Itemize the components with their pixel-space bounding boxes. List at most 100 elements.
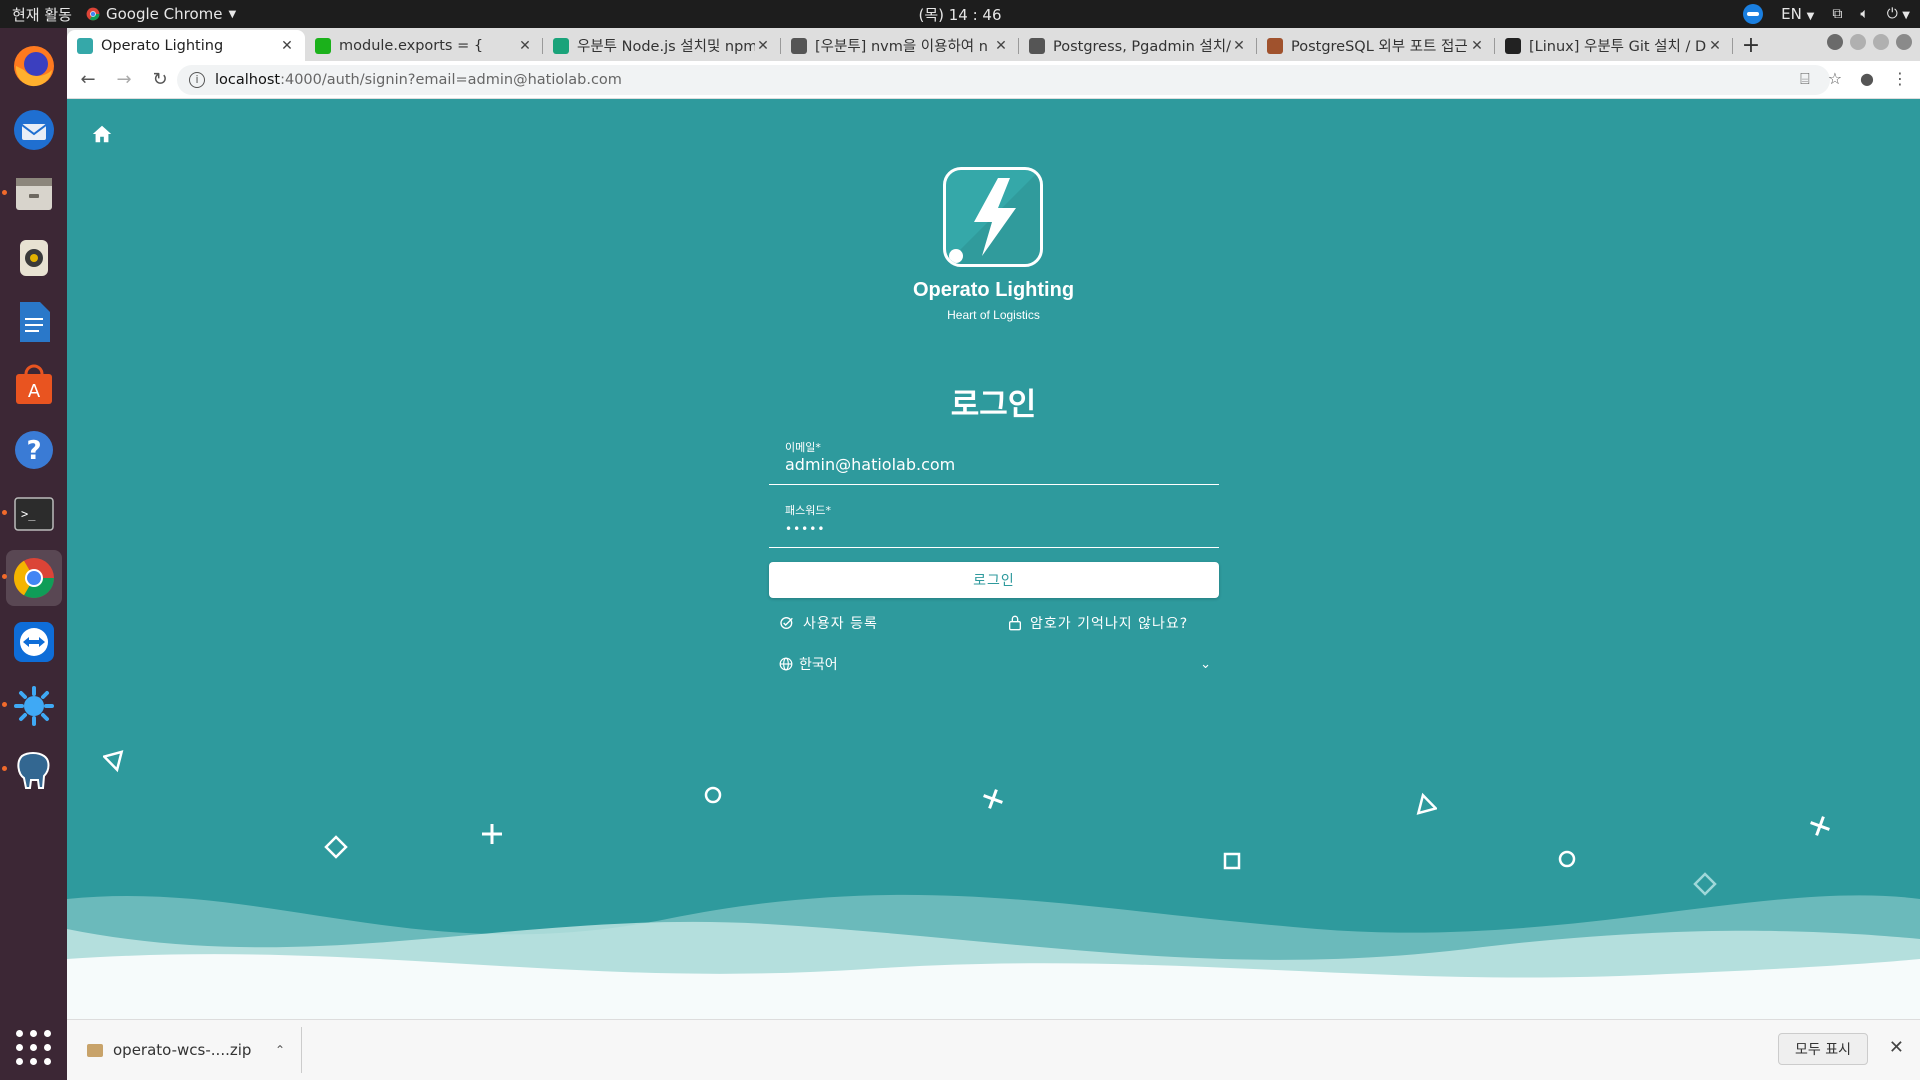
tab-nvm[interactable]: [우분투] nvm을 이용하여 n ✕ xyxy=(781,30,1019,61)
profile-icon[interactable]: ● xyxy=(1860,69,1874,89)
system-tray: EN ▼ ⧉ 🔈︎ ⏻ ▼ xyxy=(1743,0,1910,28)
address-bar[interactable]: i localhost:4000/auth/signin?email=admin… xyxy=(177,65,1830,95)
download-filename: operato-wcs-....zip xyxy=(113,1041,252,1059)
language-indicator[interactable]: EN ▼ xyxy=(1781,5,1814,23)
email-field[interactable]: 이메일* xyxy=(769,433,1219,485)
forward-arrow-icon[interactable]: → xyxy=(109,69,139,90)
software-center-icon: A xyxy=(15,364,52,404)
tab-postgres-pgadmin[interactable]: Postgress, Pgadmin 설치/ ✕ xyxy=(1019,30,1257,61)
dock-firefox[interactable] xyxy=(6,38,62,94)
tab-close-icon[interactable]: ✕ xyxy=(1469,38,1485,54)
email-label: 이메일* xyxy=(785,441,821,454)
power-icon[interactable]: ⏻ ▼ xyxy=(1887,6,1910,22)
top-panel: 현재 활동 Google Chrome ▼ (목) 14 : 46 EN ▼ ⧉… xyxy=(0,0,1920,28)
forgot-password-label: 암호가 기억나지 않나요? xyxy=(1030,616,1189,632)
tab-title: 우분투 Node.js 설치및 npm xyxy=(577,39,755,55)
dock-files[interactable] xyxy=(1,166,62,222)
zip-file-icon xyxy=(87,1043,103,1057)
language-label: EN xyxy=(1781,5,1802,23)
download-item[interactable]: operato-wcs-....zip ⌃ xyxy=(67,1027,302,1073)
tab-close-icon[interactable]: ✕ xyxy=(517,38,533,54)
dock-chrome[interactable] xyxy=(1,550,62,606)
firefox-icon xyxy=(13,46,54,87)
dock-teamviewer[interactable] xyxy=(6,614,62,670)
forgot-password-link[interactable]: 암호가 기억나지 않나요? xyxy=(1008,613,1188,633)
password-input[interactable] xyxy=(785,522,1205,536)
home-icon[interactable] xyxy=(91,123,113,145)
reload-icon[interactable]: ↻ xyxy=(145,69,175,90)
url-path: :4000/auth/signin?email=admin@hatiolab.c… xyxy=(280,72,622,88)
tab-search-icon[interactable] xyxy=(1827,34,1843,50)
app-logo xyxy=(943,167,1043,267)
browser-tabbar: Operato Lighting ✕ module.exports = { ✕ … xyxy=(67,28,1920,61)
site-info-icon[interactable]: i xyxy=(189,72,205,88)
dock-help[interactable]: ? xyxy=(6,422,62,478)
globe-icon xyxy=(779,657,793,671)
downloads-bar: operato-wcs-....zip ⌃ 모두 표시 ✕ xyxy=(67,1019,1920,1080)
new-tab-button[interactable]: + xyxy=(1733,30,1769,61)
page-title: 로그인 xyxy=(950,387,1037,423)
tab-title: [우분투] nvm을 이용하여 n xyxy=(815,39,988,55)
network-icon[interactable]: ⧉ xyxy=(1832,6,1842,22)
activities-button[interactable]: 현재 활동 xyxy=(0,4,86,25)
bookmark-star-icon[interactable]: ☆ xyxy=(1828,69,1842,89)
chevron-down-icon: ⌄ xyxy=(1200,656,1211,672)
tab-close-icon[interactable]: ✕ xyxy=(1231,38,1247,54)
running-indicator xyxy=(1,190,7,195)
language-select[interactable]: 한국어 ⌄ xyxy=(779,654,1211,674)
tab-close-icon[interactable]: ✕ xyxy=(755,38,771,54)
dock-splash-app[interactable] xyxy=(1,678,62,734)
dock-pgadmin[interactable] xyxy=(1,742,62,798)
maximize-icon[interactable] xyxy=(1873,34,1889,50)
minimize-icon[interactable] xyxy=(1850,34,1866,50)
help-icon: ? xyxy=(14,431,53,469)
tab-close-icon[interactable]: ✕ xyxy=(993,38,1009,54)
tab-module-exports[interactable]: module.exports = { ✕ xyxy=(305,30,543,61)
url-host: localhost xyxy=(215,72,281,88)
running-indicator xyxy=(1,766,7,771)
tab-favicon xyxy=(77,37,93,54)
clock[interactable]: (목) 14 : 46 xyxy=(0,4,1920,25)
tab-postgres-port[interactable]: PostgreSQL 외부 포트 접근 ✕ xyxy=(1257,30,1495,61)
back-arrow-icon[interactable]: ← xyxy=(73,69,103,90)
register-link[interactable]: 사용자 등록 xyxy=(779,613,878,633)
tab-close-icon[interactable]: ✕ xyxy=(1707,38,1723,54)
dock-software[interactable]: A xyxy=(6,358,62,414)
triangle-deco-icon xyxy=(1416,792,1437,815)
translate-icon[interactable]: ⌸ xyxy=(1800,69,1810,89)
close-icon[interactable]: ✕ xyxy=(1889,1037,1904,1058)
dock-terminal[interactable]: >_ xyxy=(1,486,62,542)
teamviewer-tray-icon[interactable] xyxy=(1743,4,1764,24)
triangle-deco-icon xyxy=(103,750,124,773)
password-field[interactable]: 패스워드* xyxy=(769,496,1219,548)
tab-git-install[interactable]: [Linux] 우분투 Git 설치 / D ✕ xyxy=(1495,30,1733,61)
app-menu-label: Google Chrome xyxy=(106,5,223,23)
tab-nodejs-install[interactable]: 우분투 Node.js 설치및 npm ✕ xyxy=(543,30,781,61)
tab-title: [Linux] 우분투 Git 설치 / D xyxy=(1529,39,1707,55)
dock-thunderbird[interactable] xyxy=(6,102,62,158)
close-window-icon[interactable] xyxy=(1896,34,1912,50)
tab-title: Operato Lighting xyxy=(101,37,224,54)
running-indicator xyxy=(1,574,7,579)
menu-kebab-icon[interactable]: ⋮ xyxy=(1892,69,1908,89)
volume-icon[interactable]: 🔈︎ xyxy=(1860,6,1868,22)
app-menu[interactable]: Google Chrome ▼ xyxy=(86,5,236,23)
brand-tagline: Heart of Logistics xyxy=(947,308,1040,322)
tab-operato-lighting[interactable]: Operato Lighting ✕ xyxy=(67,30,305,61)
tab-title: Postgress, Pgadmin 설치/ xyxy=(1053,39,1231,55)
svg-text:?: ? xyxy=(26,436,41,466)
show-applications-icon[interactable] xyxy=(15,1030,52,1066)
dock-rhythmbox[interactable] xyxy=(6,230,62,286)
dock-writer[interactable] xyxy=(6,294,62,350)
circle-deco-icon xyxy=(704,786,722,804)
plus-deco-icon xyxy=(482,824,502,844)
chevron-up-icon[interactable]: ⌃ xyxy=(275,1043,285,1057)
tab-close-icon[interactable]: ✕ xyxy=(279,38,295,54)
terminal-icon: >_ xyxy=(13,497,54,531)
login-button[interactable]: 로그인 xyxy=(769,562,1219,598)
email-input[interactable] xyxy=(785,455,1205,474)
dock: A ? >_ xyxy=(0,28,67,1080)
show-all-button[interactable]: 모두 표시 xyxy=(1778,1033,1868,1065)
rhythmbox-icon xyxy=(19,240,48,276)
tab-favicon xyxy=(553,37,569,54)
